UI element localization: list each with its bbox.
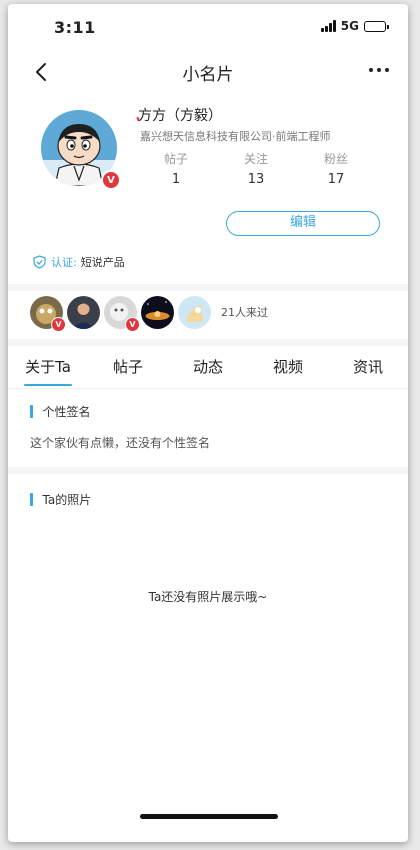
home-indicator[interactable] xyxy=(140,814,278,819)
status-time: 3:11 xyxy=(54,18,96,37)
stat-label: 帖子 xyxy=(163,152,188,166)
signal-icon xyxy=(320,20,336,32)
accent-bar xyxy=(30,405,33,418)
status-indicators: 5G xyxy=(320,19,389,33)
section-divider xyxy=(8,467,408,474)
stat-value: 1 xyxy=(171,172,181,187)
profile-name: 方方（方毅） xyxy=(138,108,222,124)
more-button[interactable] xyxy=(364,58,394,82)
tab-videos[interactable]: 视频 xyxy=(248,356,328,386)
stat-value: 13 xyxy=(247,172,265,187)
battery-icon xyxy=(364,20,389,32)
accent-bar xyxy=(30,493,33,506)
tab-news[interactable]: 资讯 xyxy=(328,356,408,386)
verified-badge-icon: V xyxy=(51,316,66,332)
tab-about[interactable]: 关于Ta xyxy=(8,356,88,386)
tab-posts[interactable]: 帖子 xyxy=(88,356,168,386)
visitor-avatar-1[interactable]: V xyxy=(30,295,66,332)
status-bar: 3:11 5G xyxy=(8,4,408,48)
signature-section-title: 个性签名 xyxy=(30,403,91,420)
section-divider xyxy=(8,284,408,291)
photos-empty-message: Ta还没有照片展示哦~ xyxy=(148,590,268,604)
verification-value: 短说产品 xyxy=(80,256,125,269)
profile-company: 嘉兴想天信息科技有限公司·前端工程师 xyxy=(140,130,331,143)
visitor-count[interactable]: 21人来过 xyxy=(221,304,268,320)
verified-badge-icon: V xyxy=(125,316,140,332)
profile-stats: 帖子 1 关注 13 粉丝 17 xyxy=(136,150,376,187)
profile-tabs: 关于Ta 帖子 动态 视频 资讯 xyxy=(8,356,408,386)
visitor-avatar-5[interactable] xyxy=(178,295,211,329)
verification-label: 认证: xyxy=(51,256,77,269)
verified-badge-icon: V xyxy=(101,170,121,190)
visitor-avatar-4[interactable] xyxy=(141,295,174,329)
photos-section-title: Ta的照片 xyxy=(30,491,91,508)
stat-label: 关注 xyxy=(243,152,268,166)
phone-screen: 3:11 5G 小名片 V 方方（方毅） 嘉兴想天信息科技有限公司·前端工程师 … xyxy=(8,4,408,842)
signature-text: 这个家伙有点懒，还没有个性签名 xyxy=(30,436,211,450)
edit-profile-button[interactable]: 编辑 xyxy=(226,211,380,236)
tab-activity[interactable]: 动态 xyxy=(168,356,248,386)
visitor-avatar-3[interactable]: V xyxy=(104,295,140,332)
visitor-avatar-2[interactable] xyxy=(67,295,100,329)
stat-followers[interactable]: 粉丝 17 xyxy=(296,150,376,187)
profile-avatar[interactable]: V xyxy=(41,110,121,190)
shield-check-icon xyxy=(33,255,46,269)
nav-bar: 小名片 xyxy=(8,50,408,94)
tabs-underline xyxy=(8,388,408,389)
visitors-row[interactable]: V V 21人来过 xyxy=(30,294,268,332)
section-title-text: 个性签名 xyxy=(42,405,91,419)
section-title-text: Ta的照片 xyxy=(42,493,92,507)
page-title: 小名片 xyxy=(182,65,234,85)
stat-following[interactable]: 关注 13 xyxy=(216,150,296,187)
stat-label: 粉丝 xyxy=(323,152,348,166)
section-divider xyxy=(8,339,408,346)
network-label: 5G xyxy=(340,19,359,33)
verification-row: 认证: 短说产品 xyxy=(33,254,125,270)
ellipsis-icon xyxy=(369,68,389,72)
stat-value: 17 xyxy=(327,172,345,187)
stat-posts[interactable]: 帖子 1 xyxy=(136,150,216,187)
